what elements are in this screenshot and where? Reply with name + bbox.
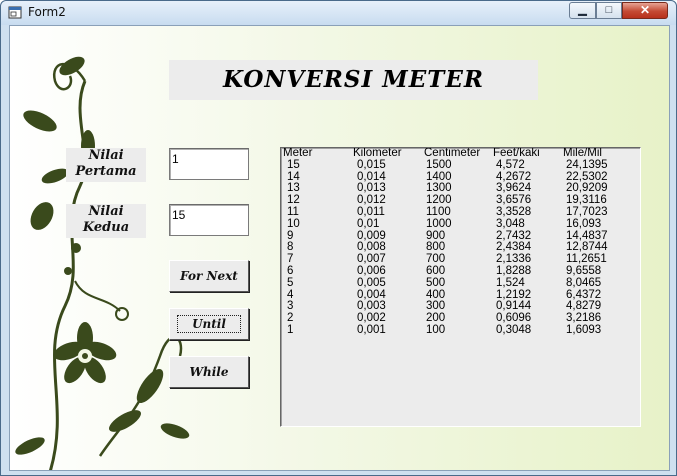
- list-item[interactable]: 1 0,001 100 0,3048 1,6093: [281, 323, 640, 337]
- list-item-cell: 0,001: [357, 323, 386, 336]
- list-item-cell: 100: [426, 323, 446, 336]
- list-item-cell: 4,572: [496, 158, 525, 171]
- list-item-cell: 6: [287, 264, 294, 277]
- list-item-cell: 16,093: [566, 217, 602, 230]
- list-item[interactable]: 15 0,015 1500 4,572 24,1395: [281, 158, 640, 172]
- page-title: KONVERSI METER: [222, 66, 485, 93]
- floral-vine-decoration: [15, 56, 190, 470]
- list-item-cell: 0,3048: [496, 323, 532, 336]
- while-button[interactable]: While: [169, 356, 249, 388]
- form-client-area: KONVERSI METER Nilai Pertama 1 Nilai Ked…: [9, 25, 670, 471]
- second-value-input[interactable]: 15: [169, 204, 249, 236]
- first-value-label: Nilai Pertama: [66, 148, 146, 182]
- list-item-cell: 15: [287, 158, 300, 171]
- page-title-box: KONVERSI METER: [169, 60, 538, 100]
- second-value-label: Nilai Kedua: [66, 204, 146, 238]
- listbox-body: 15 0,015 1500 4,572 24,1395 14 0,014 1400 4,2672…: [281, 158, 640, 337]
- list-item-cell: 10: [287, 217, 300, 230]
- list-item[interactable]: 6 0,006 600 1,8288 9,6558: [281, 264, 640, 278]
- for-next-button-label: For Next: [180, 269, 238, 283]
- list-item-cell: 1,6093: [566, 323, 602, 336]
- title-bar[interactable]: Form2 ▁ □ ✕: [1, 1, 676, 25]
- list-item-cell: 1,8288: [496, 264, 532, 277]
- list-item-cell: 3,3528: [496, 205, 532, 218]
- first-value-input[interactable]: 1: [169, 148, 249, 180]
- list-item-cell: 3,048: [496, 217, 525, 230]
- list-item-cell: 0,011: [357, 205, 385, 218]
- while-button-label: While: [189, 365, 229, 379]
- maximize-icon: □: [605, 4, 613, 16]
- form-app-icon: [8, 6, 22, 19]
- list-item-cell: 500: [426, 276, 446, 289]
- list-item[interactable]: 10 0,01 1000 3,048 16,093: [281, 217, 640, 231]
- list-item-cell: 5: [287, 276, 294, 289]
- close-button[interactable]: ✕: [622, 2, 668, 19]
- list-item-cell: 1100: [426, 205, 451, 218]
- for-next-button[interactable]: For Next: [169, 260, 249, 292]
- minimize-button[interactable]: ▁: [569, 2, 596, 19]
- list-item-cell: 0,015: [357, 158, 386, 171]
- list-item-cell: 0,006: [357, 264, 386, 277]
- list-item-cell: 11: [287, 205, 299, 218]
- focus-rectangle: [177, 315, 241, 333]
- list-item-cell: 17,7023: [566, 205, 608, 218]
- until-button[interactable]: Until: [169, 308, 249, 340]
- list-item-cell: 1: [287, 323, 294, 336]
- window-title: Form2: [28, 5, 66, 19]
- minimize-icon: ▁: [578, 4, 587, 16]
- list-item-cell: 1,524: [496, 276, 525, 289]
- conversion-listbox[interactable]: Meter Kilometer Centimeter Feet/kaki Mil…: [280, 147, 641, 427]
- list-item-cell: 9,6558: [566, 264, 602, 277]
- list-item-cell: 24,1395: [566, 158, 608, 171]
- list-item[interactable]: 5 0,005 500 1,524 8,0465: [281, 276, 640, 290]
- list-item-cell: 1500: [426, 158, 452, 171]
- list-item-cell: 0,01: [357, 217, 380, 230]
- maximize-button[interactable]: □: [596, 2, 622, 19]
- close-icon: ✕: [639, 3, 651, 17]
- list-item-cell: 8,0465: [566, 276, 602, 289]
- list-item[interactable]: 11 0,011 1100 3,3528 17,7023: [281, 205, 640, 219]
- app-window: Form2 ▁ □ ✕ KONVERSI METER Nilai Pertama…: [0, 0, 677, 476]
- list-item-cell: 1000: [426, 217, 452, 230]
- list-item-cell: 0,005: [357, 276, 386, 289]
- list-item-cell: 600: [426, 264, 446, 277]
